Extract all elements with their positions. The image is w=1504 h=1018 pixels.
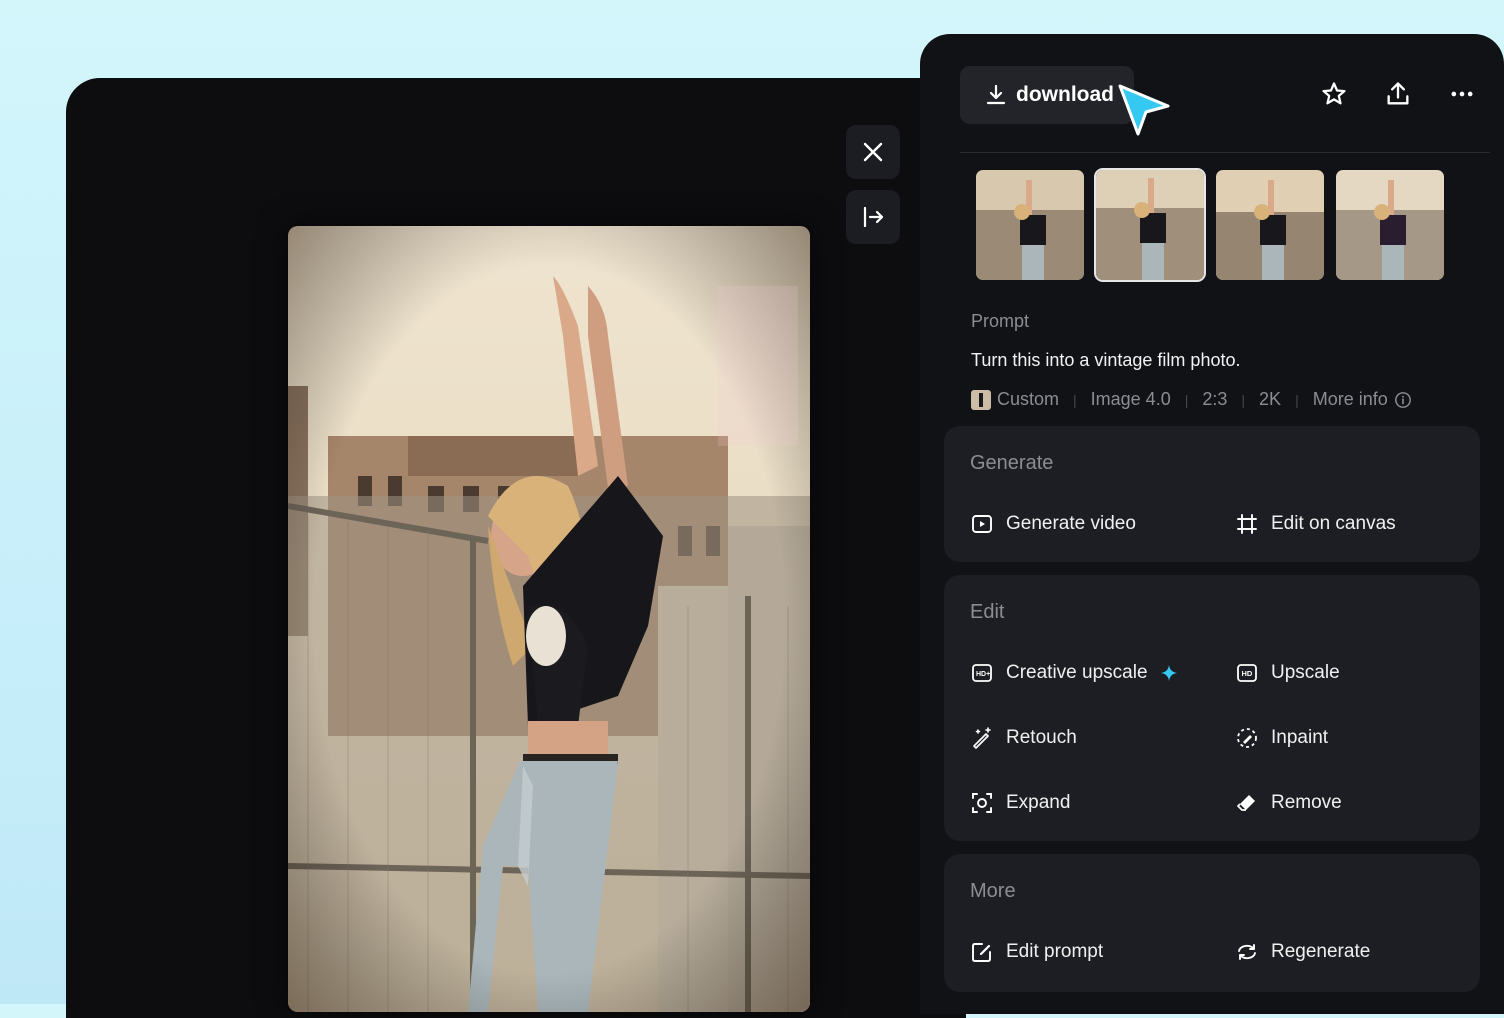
edit-title: Edit bbox=[970, 601, 1005, 623]
svg-text:HD+: HD+ bbox=[976, 671, 990, 678]
custom-model-thumb-icon bbox=[971, 389, 991, 410]
hd-plus-icon: HD+ bbox=[972, 664, 992, 682]
upscale-button[interactable]: HD Upscale bbox=[1235, 661, 1340, 685]
share-button[interactable] bbox=[1381, 77, 1415, 111]
edit-on-canvas-label: Edit on canvas bbox=[1271, 513, 1396, 534]
favorite-button[interactable] bbox=[1317, 77, 1351, 111]
collapse-panel-icon bbox=[863, 206, 884, 228]
expand-label: Expand bbox=[1006, 792, 1071, 813]
thumbnail-3[interactable] bbox=[1214, 168, 1326, 282]
download-icon bbox=[986, 84, 1006, 105]
regenerate-button[interactable]: Regenerate bbox=[1235, 940, 1370, 964]
more-icon bbox=[1451, 91, 1473, 97]
close-button[interactable] bbox=[846, 125, 900, 179]
meta-separator: | bbox=[1073, 391, 1077, 408]
thumbnail-1[interactable] bbox=[974, 168, 1086, 282]
close-icon bbox=[863, 142, 883, 162]
remove-label: Remove bbox=[1271, 792, 1342, 813]
details-panel: download Prompt Turn this into a vintage… bbox=[920, 34, 1504, 1014]
inpaint-icon bbox=[1237, 728, 1257, 748]
info-icon[interactable] bbox=[1394, 391, 1412, 409]
regenerate-label: Regenerate bbox=[1271, 941, 1371, 962]
meta-separator: | bbox=[1295, 391, 1299, 408]
retouch-label: Retouch bbox=[1006, 727, 1077, 748]
expand-icon bbox=[972, 793, 992, 813]
meta-separator: | bbox=[1184, 391, 1189, 408]
sparkle-icon bbox=[1160, 664, 1177, 682]
meta-model: Custom bbox=[997, 389, 1060, 409]
more-options-button[interactable] bbox=[1445, 77, 1479, 111]
creative-upscale-button[interactable]: HD+ Creative upscale bbox=[970, 661, 1178, 685]
download-button[interactable]: download bbox=[960, 66, 1134, 124]
regenerate-icon bbox=[1238, 944, 1256, 960]
more-info-link[interactable]: More info bbox=[1313, 389, 1388, 410]
inpaint-button[interactable]: Inpaint bbox=[1235, 726, 1328, 750]
crop-canvas-icon bbox=[1237, 514, 1257, 534]
eraser-icon bbox=[1237, 795, 1255, 811]
magic-wand-icon bbox=[973, 727, 991, 749]
remove-button[interactable]: Remove bbox=[1235, 791, 1342, 815]
edit-prompt-button[interactable]: Edit prompt bbox=[970, 940, 1103, 964]
upscale-label: Upscale bbox=[1271, 662, 1340, 683]
generate-video-label: Generate video bbox=[1006, 513, 1136, 534]
thumbnail-strip bbox=[974, 168, 1446, 282]
thumbnail-2[interactable] bbox=[1094, 168, 1206, 282]
expand-button[interactable]: Expand bbox=[970, 791, 1070, 815]
more-title: More bbox=[970, 880, 1016, 902]
edit-prompt-icon bbox=[972, 943, 991, 962]
image-viewer bbox=[66, 78, 966, 1018]
download-label: download bbox=[1016, 83, 1114, 106]
vintage-photo-illustration bbox=[288, 226, 810, 1012]
meta-ratio: 2:3 bbox=[1202, 389, 1228, 409]
generate-video-button[interactable]: Generate video bbox=[970, 512, 1136, 536]
share-icon bbox=[1387, 82, 1409, 105]
meta-resolution: 2K bbox=[1259, 389, 1282, 409]
play-video-icon bbox=[972, 515, 992, 533]
retouch-button[interactable]: Retouch bbox=[970, 726, 1077, 750]
generate-section: Generate Generate video Edit on canvas bbox=[944, 426, 1480, 562]
meta-version: Image 4.0 bbox=[1090, 389, 1171, 409]
collapse-panel-button[interactable] bbox=[846, 190, 900, 244]
header-divider bbox=[960, 152, 1490, 153]
edit-prompt-label: Edit prompt bbox=[1006, 941, 1104, 962]
prompt-label: Prompt bbox=[971, 311, 1030, 331]
generation-meta: Custom | Image 4.0 | 2:3 | 2K | More inf… bbox=[971, 389, 1412, 410]
meta-separator: | bbox=[1241, 391, 1246, 408]
edit-on-canvas-button[interactable]: Edit on canvas bbox=[1235, 512, 1396, 536]
more-section: More Edit prompt Regenerate bbox=[944, 854, 1480, 992]
hd-icon: HD bbox=[1237, 664, 1257, 682]
inpaint-label: Inpaint bbox=[1271, 727, 1329, 748]
creative-upscale-label: Creative upscale bbox=[1006, 662, 1148, 683]
generate-title: Generate bbox=[970, 452, 1054, 474]
cursor-arrow-icon bbox=[1118, 84, 1170, 136]
star-icon bbox=[1322, 82, 1346, 105]
svg-text:HD: HD bbox=[1242, 669, 1253, 678]
prompt-text: Turn this into a vintage film photo. bbox=[971, 350, 1241, 370]
edit-section: Edit HD+ Creative upscale HD Upscale Ret bbox=[944, 575, 1480, 841]
thumbnail-4[interactable] bbox=[1334, 168, 1446, 282]
main-photo[interactable] bbox=[288, 226, 810, 1012]
